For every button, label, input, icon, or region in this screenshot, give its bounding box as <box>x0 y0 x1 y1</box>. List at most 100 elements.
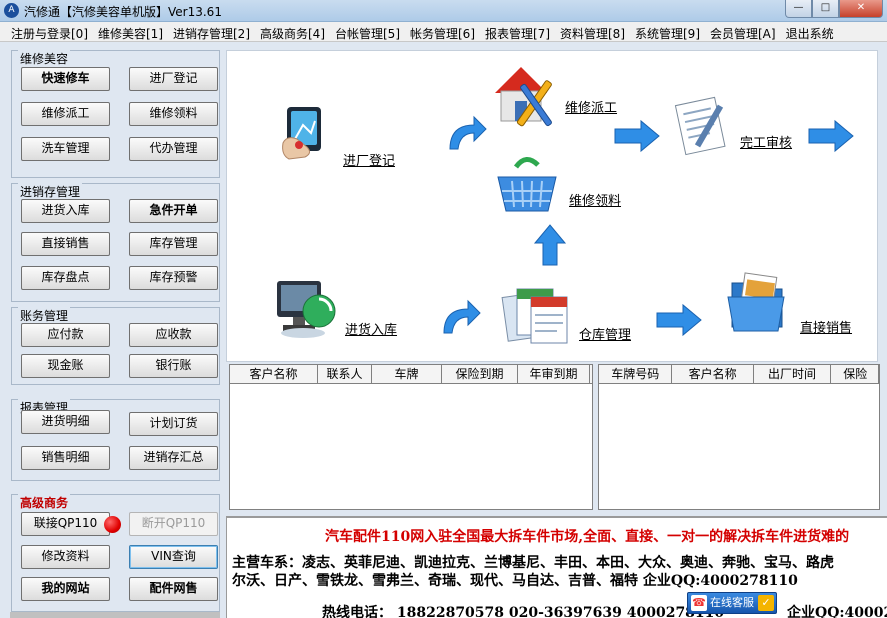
curved-arrow-icon <box>443 299 481 334</box>
group-title: 高级商务 <box>18 494 71 511</box>
check-in-link[interactable]: 进厂登记 <box>343 150 395 169</box>
close-button[interactable]: ✕ <box>839 0 883 18</box>
payables-button[interactable]: 应付款 <box>21 323 110 347</box>
disconnect-qp110-button[interactable]: 断开QP110 <box>129 512 218 536</box>
grid-header: 车牌号码 客户名称 出厂时间 保险 <box>599 365 879 384</box>
group-title: 账务管理 <box>18 307 71 324</box>
ad-brands-line: 尔沃、日产、雪铁龙、雪弗兰、奇瑞、现代、马自达、吉普、福特 企业QQ:40002… <box>232 573 798 589</box>
menu-reports[interactable]: 报表管理[7] <box>480 22 555 41</box>
dispatch-icon[interactable] <box>489 61 563 133</box>
parts-requisition-link[interactable]: 维修领料 <box>569 190 621 209</box>
purchase-in-button[interactable]: 进货入库 <box>21 199 110 223</box>
stocktake-button[interactable]: 库存盘点 <box>21 266 110 290</box>
column-header[interactable]: 车牌号码 <box>599 365 673 383</box>
online-service-label: 在线客服 <box>710 596 754 609</box>
edit-profile-button[interactable]: 修改资料 <box>21 545 110 569</box>
quick-repair-button[interactable]: 快速修车 <box>21 67 110 91</box>
parts-online-sale-button[interactable]: 配件网售 <box>129 577 218 601</box>
check-in-button[interactable]: 进厂登记 <box>129 67 218 91</box>
column-header[interactable]: 年审到期 <box>518 365 590 383</box>
menu-inventory[interactable]: 进销存管理[2] <box>168 22 255 41</box>
group-title: 进销存管理 <box>18 183 83 200</box>
bank-account-button[interactable]: 银行账 <box>129 354 218 378</box>
direct-sale-button[interactable]: 直接销售 <box>21 232 110 256</box>
check-icon: ✓ <box>758 595 774 611</box>
purchase-in-link[interactable]: 进货入库 <box>345 319 397 338</box>
curved-arrow-icon <box>449 115 487 150</box>
dispatch-button[interactable]: 维修派工 <box>21 102 110 126</box>
vin-query-button[interactable]: VIN查询 <box>129 545 218 569</box>
ad-headline[interactable]: 汽车配件110网入驻全国最大拆车件市场,全面、直接、一对一的解决拆车件进货难的 <box>325 526 849 546</box>
column-header[interactable]: 保险 <box>831 365 879 383</box>
arrow-right-icon <box>808 119 854 153</box>
menu-ledger[interactable]: 台帐管理[5] <box>330 22 405 41</box>
title-bar: A 汽修通【汽修美容单机版】Ver13.61 — □ ✕ <box>0 0 887 22</box>
grid-header: 客户名称 联系人 车牌 保险到期 年审到期 <box>230 365 592 384</box>
direct-sale-icon[interactable] <box>724 267 794 339</box>
column-header[interactable]: 客户名称 <box>230 365 318 383</box>
connect-qp110-button[interactable]: 联接QP110 <box>21 512 110 536</box>
menu-members[interactable]: 会员管理[A] <box>705 22 781 41</box>
arrow-right-icon <box>614 119 660 153</box>
window-title: 汽修通【汽修美容单机版】Ver13.61 <box>24 5 222 19</box>
group-repair: 维修美容 快速修车 进厂登记 维修派工 维修领料 洗车管理 代办管理 <box>11 50 220 178</box>
menu-repair-beauty[interactable]: 维修美容[1] <box>93 22 168 41</box>
ad-brands-line: 主营车系：凌志、英菲尼迪、凯迪拉克、兰博基尼、丰田、本田、大众、奥迪、奔驰、宝马… <box>232 555 834 571</box>
column-header[interactable]: 保险到期 <box>442 365 518 383</box>
car-wash-button[interactable]: 洗车管理 <box>21 137 110 161</box>
maximize-button[interactable]: □ <box>812 0 839 18</box>
parts-requisition-icon[interactable] <box>492 147 562 217</box>
purchase-in-icon[interactable] <box>273 273 341 343</box>
parts-requisition-button[interactable]: 维修领料 <box>129 102 218 126</box>
group-accounts: 账务管理 应付款 应收款 现金账 银行账 <box>11 307 220 385</box>
left-panel-scrollbar[interactable] <box>10 612 220 618</box>
menu-system[interactable]: 系统管理[9] <box>630 22 705 41</box>
menu-accounts[interactable]: 帐务管理[6] <box>405 22 480 41</box>
column-header[interactable]: 出厂时间 <box>754 365 832 383</box>
my-website-button[interactable]: 我的网站 <box>21 577 110 601</box>
workflow-diagram: 进厂登记 维修派工 完工审核 维修领料 进货入库 仓库管理 直接销售 <box>226 50 878 362</box>
group-title: 维修美容 <box>18 50 71 67</box>
group-reports: 报表管理 进货明细 计划订货 销售明细 进销存汇总 <box>11 399 220 481</box>
left-function-panel: 维修美容 快速修车 进厂登记 维修派工 维修领料 洗车管理 代办管理 进销存管理… <box>8 43 222 618</box>
cash-account-button[interactable]: 现金账 <box>21 354 110 378</box>
connection-status-icon <box>104 516 121 533</box>
advertisement-panel: 汽车配件110网入驻全国最大拆车件市场,全面、直接、一对一的解决拆车件进货难的 … <box>226 516 887 618</box>
warehouse-icon[interactable] <box>501 277 577 347</box>
planned-order-button[interactable]: 计划订货 <box>129 412 218 436</box>
completion-review-link[interactable]: 完工审核 <box>740 132 792 151</box>
menu-bar: 注册与登录[0] 维修美容[1] 进销存管理[2] 高级商务[4] 台帐管理[5… <box>0 22 887 42</box>
purchase-detail-button[interactable]: 进货明细 <box>21 410 110 434</box>
vehicle-grid[interactable]: 车牌号码 客户名称 出厂时间 保险 <box>598 364 880 510</box>
menu-data[interactable]: 资料管理[8] <box>555 22 630 41</box>
menu-register-login[interactable]: 注册与登录[0] <box>6 22 93 41</box>
dispatch-link[interactable]: 维修派工 <box>565 97 617 116</box>
stock-management-button[interactable]: 库存管理 <box>129 232 218 256</box>
column-header[interactable]: 车牌 <box>372 365 442 383</box>
customer-grid[interactable]: 客户名称 联系人 车牌 保险到期 年审到期 <box>229 364 593 510</box>
direct-sale-link[interactable]: 直接销售 <box>800 317 852 336</box>
menu-advanced-business[interactable]: 高级商务[4] <box>255 22 330 41</box>
group-advanced-business: 高级商务 联接QP110 断开QP110 修改资料 VIN查询 我的网站 配件网… <box>11 494 220 612</box>
completion-review-icon[interactable] <box>672 95 736 161</box>
minimize-button[interactable]: — <box>785 0 812 18</box>
check-in-icon[interactable] <box>277 99 343 165</box>
inventory-summary-button[interactable]: 进销存汇总 <box>129 446 218 470</box>
column-header[interactable]: 客户名称 <box>672 365 754 383</box>
arrow-right-icon <box>656 303 702 337</box>
phone-icon: ☎ <box>691 595 707 611</box>
sales-detail-button[interactable]: 销售明细 <box>21 446 110 470</box>
warehouse-link[interactable]: 仓库管理 <box>579 324 631 343</box>
app-logo-icon: A <box>4 3 19 18</box>
online-service-button[interactable]: ☎ 在线客服 ✓ <box>687 592 777 614</box>
arrow-up-icon <box>533 224 567 266</box>
window-controls: — □ ✕ <box>785 0 883 18</box>
column-header[interactable]: 联系人 <box>318 365 372 383</box>
urgent-order-button[interactable]: 急件开单 <box>129 199 218 223</box>
receivables-button[interactable]: 应收款 <box>129 323 218 347</box>
stock-alert-button[interactable]: 库存预警 <box>129 266 218 290</box>
group-inventory: 进销存管理 进货入库 急件开单 直接销售 库存管理 库存盘点 库存预警 <box>11 183 220 302</box>
menu-exit[interactable]: 退出系统 <box>781 22 839 41</box>
ad-hotline: 热线电话： 18822870578 020-36397639 400027811… <box>322 605 725 618</box>
agency-button[interactable]: 代办管理 <box>129 137 218 161</box>
